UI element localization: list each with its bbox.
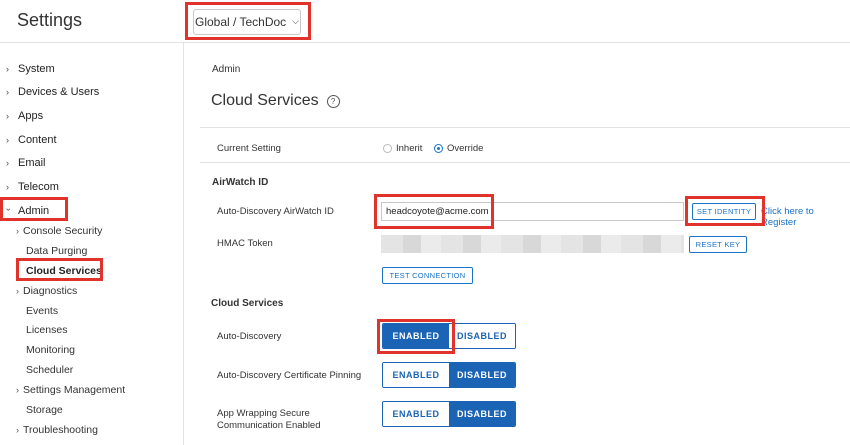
- org-selector-dropdown[interactable]: Global / TechDoc ⌵: [193, 9, 301, 35]
- cert-pinning-enabled-button[interactable]: ENABLED: [383, 363, 449, 387]
- sidebar-item-label: Admin: [18, 205, 50, 217]
- sidebar-subitem-cloud-services[interactable]: Cloud Services: [26, 265, 102, 277]
- chevron-right-icon: ›: [6, 135, 9, 145]
- sidebar-subitem-events[interactable]: Events: [26, 305, 58, 317]
- sidebar-subitem-scheduler[interactable]: Scheduler: [26, 364, 73, 376]
- help-icon[interactable]: ?: [326, 94, 340, 108]
- sidebar-subitem-troubleshooting[interactable]: › Troubleshooting: [16, 424, 98, 436]
- app-wrapping-secure-comm-label: App Wrapping Secure Communication Enable…: [217, 408, 321, 431]
- auto-discovery-enabled-button[interactable]: ENABLED: [383, 324, 449, 348]
- auto-discovery-cert-pinning-label: Auto-Discovery Certificate Pinning: [217, 370, 362, 381]
- sidebar-item-telecom[interactable]: › Telecom: [6, 181, 59, 193]
- sidebar-item-label: Devices & Users: [18, 86, 100, 98]
- section-heading-airwatch-id: AirWatch ID: [212, 177, 269, 188]
- sidebar-item-admin[interactable]: › Admin: [4, 205, 50, 217]
- chevron-right-icon: ›: [16, 425, 19, 435]
- auto-discovery-label: Auto-Discovery: [217, 331, 282, 342]
- test-connection-button[interactable]: TEST CONNECTION: [382, 267, 473, 284]
- radio-override[interactable]: Override: [434, 143, 483, 154]
- sidebar-subitem-diagnostics[interactable]: › Diagnostics: [16, 285, 77, 297]
- auto-discovery-airwatch-id-label: Auto-Discovery AirWatch ID: [217, 206, 334, 217]
- chevron-right-icon: ›: [6, 182, 9, 192]
- chevron-right-icon: ›: [6, 87, 9, 97]
- sidebar-subitem-label: Console Security: [23, 225, 103, 237]
- org-selector-label: Global / TechDoc: [195, 15, 287, 29]
- sidebar-item-label: System: [18, 63, 55, 75]
- hmac-token-masked-value: [381, 235, 684, 253]
- radio-override-indicator: [434, 144, 443, 153]
- sidebar-item-content[interactable]: › Content: [6, 134, 57, 146]
- radio-override-label: Override: [447, 143, 484, 154]
- app-title: Settings: [17, 10, 83, 30]
- sidebar-item-system[interactable]: › System: [6, 63, 55, 75]
- current-setting-label: Current Setting: [217, 143, 281, 154]
- reset-key-button[interactable]: RESET KEY: [689, 236, 747, 253]
- chevron-right-icon: ›: [16, 226, 19, 236]
- sidebar-subitem-settings-management[interactable]: › Settings Management: [16, 384, 125, 396]
- breadcrumb: Admin: [212, 64, 241, 75]
- section-heading-cloud-services: Cloud Services: [211, 298, 284, 309]
- hmac-token-label: HMAC Token: [217, 238, 273, 249]
- sidebar-item-label: Telecom: [18, 181, 59, 193]
- sidebar-subitem-label: Licenses: [26, 324, 68, 336]
- sidebar-subitem-label: Scheduler: [26, 364, 74, 376]
- sidebar-subitem-label: Cloud Services: [26, 265, 102, 277]
- app-wrapping-disabled-button[interactable]: DISABLED: [449, 402, 515, 426]
- chevron-down-icon: ⌵: [292, 15, 299, 26]
- sidebar-subitem-label: Settings Management: [23, 384, 126, 396]
- cert-pinning-disabled-button[interactable]: DISABLED: [449, 363, 515, 387]
- sidebar-item-devices-users[interactable]: › Devices & Users: [6, 86, 99, 98]
- radio-inherit-label: Inherit: [396, 143, 423, 154]
- sidebar-subitem-storage[interactable]: Storage: [26, 404, 63, 416]
- radio-inherit-indicator: [383, 144, 392, 153]
- sidebar-subitem-licenses[interactable]: Licenses: [26, 324, 67, 336]
- sidebar-item-label: Apps: [18, 110, 44, 122]
- sidebar-subitem-console-security[interactable]: › Console Security: [16, 225, 102, 237]
- chevron-right-icon: ›: [6, 111, 9, 121]
- auto-discovery-cert-pinning-toggle: ENABLED DISABLED: [382, 362, 516, 388]
- auto-discovery-toggle: ENABLED DISABLED: [382, 323, 516, 349]
- sidebar-item-apps[interactable]: › Apps: [6, 110, 43, 122]
- sidebar-item-label: Content: [18, 134, 57, 146]
- divider: [200, 162, 850, 163]
- divider: [200, 127, 850, 128]
- page-title: Cloud Services ?: [211, 92, 340, 110]
- sidebar-subitem-label: Diagnostics: [23, 285, 78, 297]
- sidebar-subitem-data-purging[interactable]: Data Purging: [26, 245, 87, 257]
- radio-inherit[interactable]: Inherit: [383, 143, 422, 154]
- page-title-text: Cloud Services: [211, 92, 319, 109]
- app-wrapping-enabled-button[interactable]: ENABLED: [383, 402, 449, 426]
- sidebar-subitem-monitoring[interactable]: Monitoring: [26, 344, 75, 356]
- app-wrapping-secure-comm-toggle: ENABLED DISABLED: [382, 401, 516, 427]
- auto-discovery-airwatch-id-input[interactable]: headcoyote@acme.com: [381, 202, 684, 221]
- chevron-right-icon: ›: [6, 158, 9, 168]
- chevron-right-icon: ›: [16, 385, 19, 395]
- sidebar-subitem-label: Troubleshooting: [23, 424, 98, 436]
- register-link[interactable]: Click here to Register: [761, 206, 850, 228]
- sidebar-subitem-label: Events: [26, 305, 59, 317]
- sidebar-item-email[interactable]: › Email: [6, 157, 46, 169]
- auto-discovery-disabled-button[interactable]: DISABLED: [449, 324, 515, 348]
- header-divider: [0, 42, 850, 43]
- sidebar-subitem-label: Storage: [26, 404, 63, 416]
- sidebar-item-label: Email: [18, 157, 46, 169]
- chevron-right-icon: ›: [16, 286, 19, 296]
- chevron-right-icon: ›: [6, 64, 9, 74]
- set-identity-button[interactable]: SET IDENTITY: [692, 203, 756, 220]
- sidebar-subitem-label: Data Purging: [26, 245, 88, 257]
- chevron-down-icon: ›: [4, 208, 14, 211]
- sidebar-divider: [183, 43, 184, 445]
- sidebar-subitem-label: Monitoring: [26, 344, 76, 356]
